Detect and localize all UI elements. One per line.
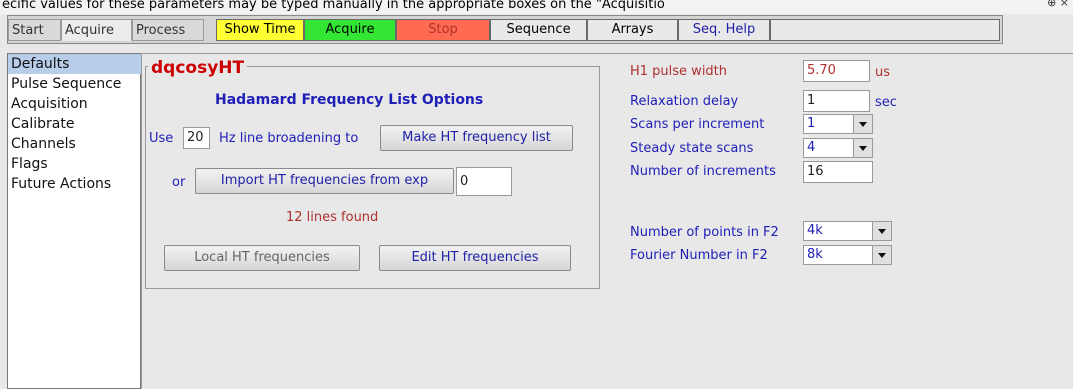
- fourier-number-f2-value: 8k: [807, 247, 823, 262]
- h1-pulse-width-label: H1 pulse width: [630, 64, 728, 79]
- use-label: Use: [149, 131, 174, 146]
- ht-options-heading: Hadamard Frequency List Options: [215, 92, 484, 108]
- steady-state-scans-label: Steady state scans: [630, 141, 754, 156]
- number-of-increments-input[interactable]: 16: [803, 161, 873, 183]
- sidebar-item-acquisition[interactable]: Acquisition: [8, 94, 143, 114]
- scans-per-increment-value: 1: [807, 116, 816, 131]
- chevron-down-icon[interactable]: [872, 246, 891, 264]
- chevron-down-icon[interactable]: [853, 139, 872, 157]
- show-time-button[interactable]: Show Time: [216, 19, 304, 41]
- seq-help-button[interactable]: Seq. Help: [678, 19, 770, 41]
- local-ht-button[interactable]: Local HT frequencies: [164, 245, 360, 271]
- scans-per-increment-select[interactable]: 1: [803, 114, 873, 134]
- lines-found-status: 12 lines found: [286, 210, 379, 225]
- tab-acquire[interactable]: Acquire: [61, 19, 132, 41]
- pin-icon[interactable]: ⊕ ×: [1047, 0, 1069, 8]
- points-in-f2-label: Number of points in F2: [630, 225, 779, 240]
- edit-ht-button[interactable]: Edit HT frequencies: [379, 245, 571, 271]
- fourier-number-f2-label: Fourier Number in F2: [630, 248, 768, 263]
- make-ht-list-button[interactable]: Make HT frequency list: [380, 125, 573, 151]
- number-of-increments-label: Number of increments: [630, 164, 776, 179]
- relaxation-delay-label: Relaxation delay: [630, 94, 739, 109]
- line-broadening-input[interactable]: 20: [183, 127, 210, 149]
- steady-state-scans-value: 4: [807, 140, 816, 155]
- sidebar-item-channels[interactable]: Channels: [8, 134, 143, 154]
- points-in-f2-select[interactable]: 4k: [803, 221, 892, 241]
- sidebar-item-calibrate[interactable]: Calibrate: [8, 114, 143, 134]
- help-banner-text: ecific values for these parameters may b…: [2, 0, 665, 12]
- sidebar-item-pulse-sequence[interactable]: Pulse Sequence: [8, 74, 143, 94]
- sidebar-item-flags[interactable]: Flags: [8, 154, 143, 174]
- h1-pulse-width-input[interactable]: 5.70: [803, 60, 870, 82]
- toolbar: Start Acquire Process Show Time Acquire …: [7, 15, 1003, 44]
- acquire-button[interactable]: Acquire: [304, 19, 396, 41]
- arrays-button[interactable]: Arrays: [587, 19, 678, 41]
- panel-title: dqcosyHT: [148, 58, 248, 78]
- toolbar-spacer: [770, 19, 1000, 41]
- sequence-button[interactable]: Sequence: [490, 19, 587, 41]
- sidebar-item-future-actions[interactable]: Future Actions: [8, 174, 143, 194]
- or-label: or: [172, 175, 186, 190]
- scans-per-increment-label: Scans per increment: [630, 117, 765, 132]
- points-in-f2-value: 4k: [807, 223, 823, 238]
- sidebar: Defaults Pulse Sequence Acquisition Cali…: [7, 53, 143, 389]
- h1-pulse-width-unit: us: [875, 65, 891, 80]
- tab-start[interactable]: Start: [8, 19, 61, 41]
- relaxation-delay-input[interactable]: 1: [803, 90, 870, 112]
- broadening-label: Hz line broadening to: [219, 131, 359, 146]
- sidebar-item-defaults[interactable]: Defaults: [8, 54, 143, 74]
- relaxation-delay-unit: sec: [875, 95, 897, 110]
- steady-state-scans-select[interactable]: 4: [803, 138, 873, 158]
- fourier-number-f2-select[interactable]: 8k: [803, 245, 892, 265]
- import-exp-input[interactable]: 0: [456, 167, 512, 196]
- chevron-down-icon[interactable]: [872, 222, 891, 240]
- help-banner: ecific values for these parameters may b…: [0, 0, 1073, 14]
- tab-process[interactable]: Process: [132, 19, 204, 41]
- chevron-down-icon[interactable]: [853, 115, 872, 133]
- import-ht-button[interactable]: Import HT frequencies from exp: [195, 168, 454, 194]
- stop-button[interactable]: Stop: [396, 19, 490, 41]
